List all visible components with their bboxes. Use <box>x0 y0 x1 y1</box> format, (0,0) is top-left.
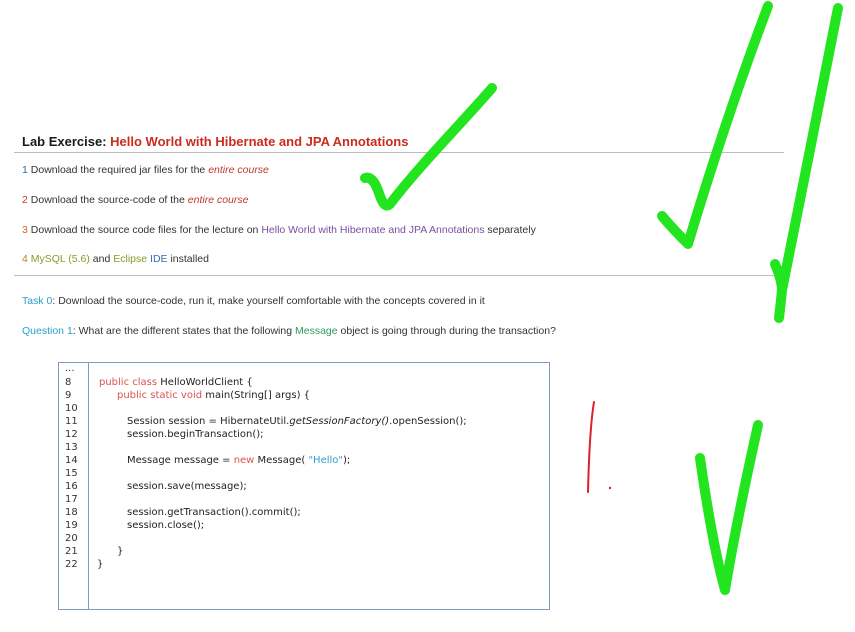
green-checkmark-3 <box>770 3 843 323</box>
ink-annotation-layer <box>360 1 843 595</box>
red-dot <box>608 486 612 490</box>
green-checkmark-1 <box>360 83 497 211</box>
green-checkmark-2 <box>657 1 773 249</box>
green-checkmark-4 <box>695 420 763 595</box>
red-mark <box>587 401 595 493</box>
